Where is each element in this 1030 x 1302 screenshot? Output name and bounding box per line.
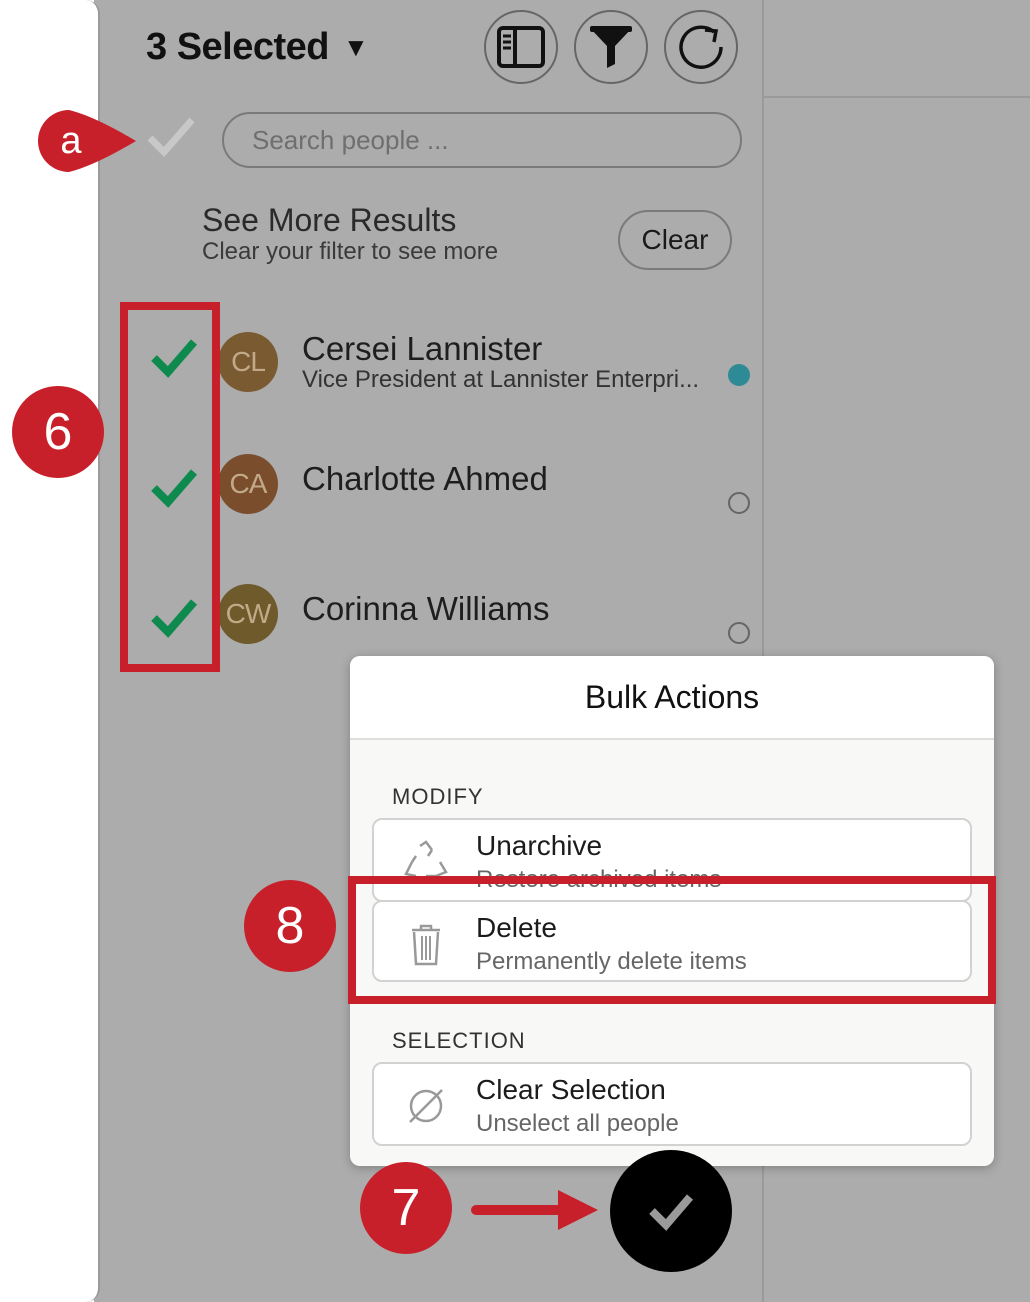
status-dot-online [728,364,750,386]
select-all-checkmark-icon[interactable] [146,114,196,158]
checkmark-icon [649,1194,694,1231]
person-name[interactable]: Cersei Lannister [302,330,542,368]
selection-count-label: 3 Selected [146,26,330,68]
see-more-results-title: See More Results [202,202,457,238]
empty-set-icon [409,1089,443,1123]
section-label-selection: Selection [392,1028,526,1053]
refresh-icon [679,25,723,69]
person-name[interactable]: Corinna Williams [302,590,550,628]
callout-marker-8: 8 [244,880,336,972]
highlight-box-delete [348,876,996,1004]
avatar: CW [218,584,278,644]
refresh-button[interactable] [664,10,738,84]
filter-button[interactable] [574,10,648,84]
avatar: CL [218,332,278,392]
person-subtitle: Vice President at Lannister Enterpri... [302,366,700,393]
section-label-modify: Modify [392,784,484,809]
see-more-results-subtitle: Clear your filter to see more [202,238,499,265]
status-dot-offline [728,622,750,644]
avatar: CA [218,454,278,514]
callout-marker-7: 7 [360,1162,452,1254]
detail-header-divider [764,96,1030,98]
selection-count-dropdown[interactable]: 3 Selected ▼ [146,26,369,69]
bulk-actions-title: Bulk Actions [350,656,994,740]
highlight-box-checkmarks [120,302,220,672]
columns-icon [497,26,545,68]
clear-selection-action[interactable]: Clear Selection Unselect all people [372,1062,972,1146]
bulk-actions-fab[interactable] [610,1150,732,1272]
clear-selection-subtitle: Unselect all people [476,1110,679,1137]
caret-down-icon: ▼ [343,32,369,62]
search-people-input[interactable] [222,112,742,168]
filter-icon [590,26,632,68]
left-panel [0,0,100,1302]
unarchive-title: Unarchive [476,830,603,861]
callout-marker-a-label: a [60,119,82,162]
clear-selection-title: Clear Selection [476,1074,666,1105]
person-name[interactable]: Charlotte Ahmed [302,460,548,498]
callout-marker-a: a [38,110,138,172]
clear-filter-button[interactable]: Clear [618,210,732,270]
callout-marker-6: 6 [12,386,104,478]
status-dot-offline [728,492,750,514]
arrow-right-icon [471,1190,598,1230]
columns-button[interactable] [484,10,558,84]
